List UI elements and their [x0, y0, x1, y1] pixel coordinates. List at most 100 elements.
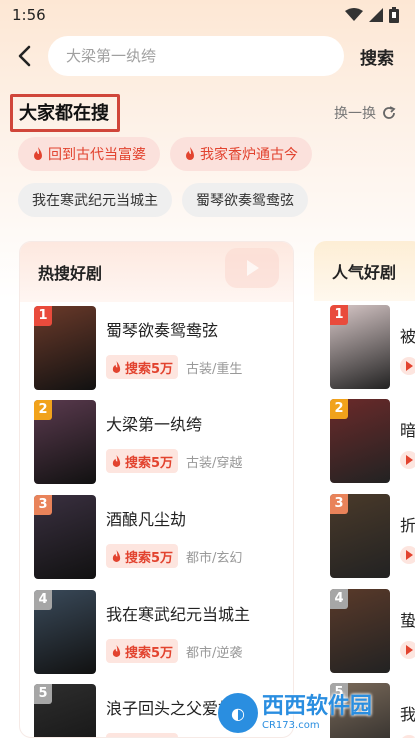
drama-title: 折 — [400, 516, 415, 535]
rank-badge: 4 — [34, 590, 52, 610]
battery-icon — [389, 7, 399, 23]
watermark-url: CR173.com — [262, 719, 320, 731]
heat-badge: 搜索5万 — [106, 639, 179, 663]
drama-tags: 古装/穿越 — [186, 455, 243, 471]
status-bar: 1:56 — [0, 0, 415, 30]
hot-list-item[interactable]: 3 酒酿凡尘劫 搜索5万 都市/玄幻 — [34, 495, 293, 579]
drama-cover: 2 — [330, 399, 390, 483]
drama-cover: 2 — [34, 400, 96, 484]
play-icon — [400, 357, 415, 375]
rank-badge: 4 — [330, 589, 348, 609]
watermark: ◐ 西西软件园 CR173.com — [218, 690, 408, 736]
search-input[interactable] — [48, 36, 344, 76]
rank-badge: 3 — [330, 494, 348, 514]
drama-cover: 1 — [330, 305, 390, 389]
heat-label: 搜索5万 — [125, 455, 174, 471]
drama-title: 蛰 — [400, 611, 415, 630]
wifi-icon — [345, 8, 363, 21]
drama-info: 酒酿凡尘劫 搜索5万 都市/玄幻 — [106, 495, 242, 579]
drama-title: 我在寒武纪元当城主 — [106, 605, 251, 624]
heat-label: 搜索5万 — [125, 361, 174, 377]
search-button[interactable]: 搜索 — [360, 44, 394, 69]
play-decoration-icon — [225, 248, 279, 288]
hot-list-item[interactable]: 4 我在寒武纪元当城主 搜索5万 都市/逆袭 — [34, 590, 293, 674]
popular-list-header: 人气好剧 — [314, 241, 415, 301]
chip-label: 蜀琴欲奏鸳鸯弦 — [196, 193, 294, 209]
heat-badge: 搜索5万 — [106, 544, 179, 568]
chip-label: 回到古代当富婆 — [48, 147, 146, 163]
drama-title: 酒酿凡尘劫 — [106, 510, 187, 529]
drama-title: 被 — [400, 327, 415, 346]
chip-label: 我在寒武纪元当城主 — [32, 193, 158, 209]
refresh-button[interactable]: 换一换 — [334, 103, 397, 123]
heat-badge: 搜索5万 — [106, 733, 179, 737]
rank-badge: 5 — [34, 684, 52, 704]
heat-badge: 搜索5万 — [106, 449, 179, 473]
play-icon — [400, 641, 415, 659]
search-chip-hot[interactable]: 我家香炉通古今 — [170, 137, 312, 171]
flame-icon — [112, 454, 121, 467]
popular-list-item[interactable]: 2 暗 — [330, 399, 415, 483]
popular-list-item[interactable]: 3 折 — [330, 494, 415, 578]
drama-tags: 古装/重生 — [186, 361, 243, 377]
drama-info: 蜀琴欲奏鸳鸯弦 搜索5万 古装/重生 — [106, 306, 242, 390]
drama-title: 蜀琴欲奏鸳鸯弦 — [106, 321, 219, 340]
search-chip[interactable]: 我在寒武纪元当城主 — [18, 183, 172, 217]
drama-meta: 搜索5万 古装/重生 — [106, 355, 242, 379]
signal-icon — [369, 8, 383, 22]
drama-meta: 搜索5万 都市/玄幻 — [106, 544, 242, 568]
heat-badge: 搜索5万 — [106, 355, 179, 379]
drama-info: 我在寒武纪元当城主 搜索5万 都市/逆袭 — [106, 590, 250, 674]
rank-badge: 1 — [330, 305, 348, 325]
search-bar: 搜索 — [0, 32, 415, 80]
heat-label: 搜索5万 — [125, 550, 174, 566]
watermark-brand: 西西软件园 — [262, 694, 373, 720]
drama-tags: 都市/逆袭 — [186, 645, 243, 661]
drama-cover: 3 — [34, 495, 96, 579]
flame-icon — [186, 147, 194, 160]
popular-list-item[interactable]: 1 被 — [330, 305, 415, 389]
play-icon — [400, 451, 415, 469]
chip-label: 我家香炉通古今 — [200, 147, 298, 163]
hot-list-item[interactable]: 1 蜀琴欲奏鸳鸯弦 搜索5万 古装/重生 — [34, 306, 293, 390]
drama-cover: 3 — [330, 494, 390, 578]
heat-label: 搜索5万 — [125, 645, 174, 661]
flame-icon — [34, 147, 42, 160]
search-chip-hot[interactable]: 回到古代当富婆 — [18, 137, 160, 171]
flame-icon — [112, 549, 121, 562]
play-icon — [400, 546, 415, 564]
drama-meta: 搜索5万 古装/穿越 — [106, 449, 242, 473]
drama-cover: 5 — [34, 684, 96, 737]
back-arrow-icon — [18, 45, 31, 67]
popular-list-item[interactable]: 4 蛰 — [330, 589, 415, 673]
popular-list-card: 人气好剧 1 被 2 暗 3 折 4 蛰 5 我 — [314, 241, 415, 738]
refresh-icon — [383, 106, 396, 119]
rank-badge: 2 — [330, 399, 348, 419]
drama-cover: 4 — [34, 590, 96, 674]
refresh-label: 换一换 — [334, 106, 376, 122]
rank-badge: 1 — [34, 306, 52, 326]
trending-header: 大家都在搜 换一换 — [10, 94, 405, 132]
drama-title: 暗 — [400, 421, 415, 440]
plain-chip-row: 我在寒武纪元当城主 蜀琴欲奏鸳鸯弦 — [18, 183, 308, 217]
hot-list-item[interactable]: 2 大梁第一纨绔 搜索5万 古装/穿越 — [34, 400, 293, 484]
drama-meta: 搜索5万 都市/逆袭 — [106, 639, 250, 663]
back-button[interactable] — [0, 32, 48, 80]
drama-tags: 都市/玄幻 — [186, 550, 243, 566]
trending-title: 大家都在搜 — [10, 94, 120, 132]
popular-list-title: 人气好剧 — [332, 263, 397, 282]
watermark-logo-icon: ◐ — [218, 693, 258, 733]
flame-icon — [112, 644, 121, 657]
status-time: 1:56 — [12, 6, 46, 24]
rank-badge: 3 — [34, 495, 52, 515]
search-chip[interactable]: 蜀琴欲奏鸳鸯弦 — [182, 183, 308, 217]
flame-icon — [112, 360, 121, 373]
drama-cover: 4 — [330, 589, 390, 673]
hot-list-header: 热搜好剧 — [20, 242, 293, 302]
hot-list-card: 热搜好剧 1 蜀琴欲奏鸳鸯弦 搜索5万 古装/重生 2 大梁第一纨绔 搜索5万 … — [19, 241, 294, 738]
drama-cover: 1 — [34, 306, 96, 390]
hot-list-title: 热搜好剧 — [38, 264, 103, 283]
status-icons — [345, 7, 399, 23]
rank-badge: 2 — [34, 400, 52, 420]
hot-chip-row: 回到古代当富婆 我家香炉通古今 — [18, 137, 312, 171]
